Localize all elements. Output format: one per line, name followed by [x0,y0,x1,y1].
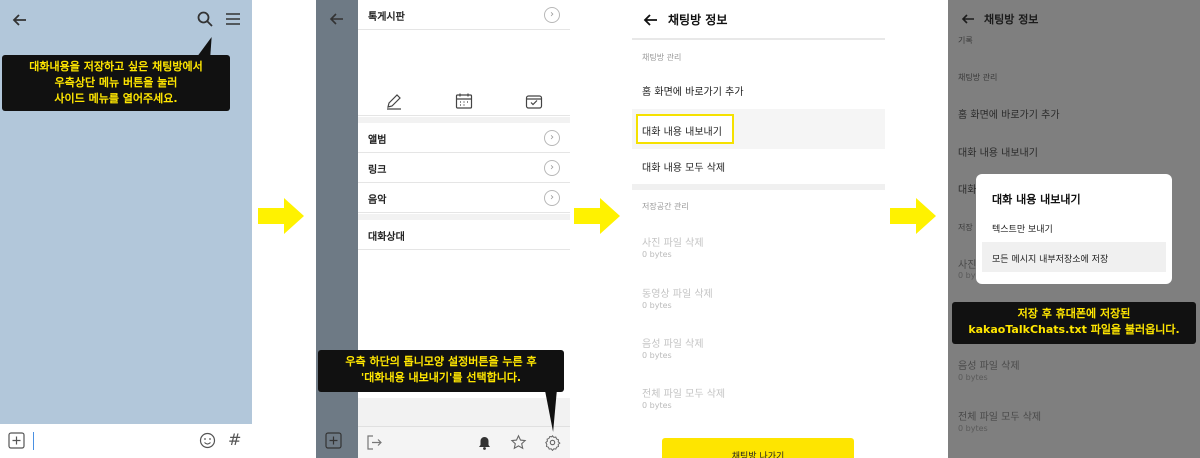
export-chat-item: 대화 내용 내보내기 [958,148,1038,159]
side-menu-screen: 톡게시판 › 앨범 › 링크 › 음악 › 대화상대 우측 하단의 톱니모양 설… [316,0,570,458]
chevron-right-icon: › [544,7,560,23]
leave-chat-room-button[interactable]: 채팅방 나가기 [662,438,854,458]
instruction-callout-step2: 우측 하단의 톱니모양 설정버튼을 누른 후 '대화내용 내보내기'를 선택합니… [318,350,564,432]
instruction-line: 우측상단 메뉴 버튼을 눌러 [54,76,178,89]
instruction-line: 대화내용을 저장하고 싶은 채팅방에서 [29,60,203,73]
instruction-line: 우측 하단의 톱니모양 설정버튼을 누른 후 [345,355,537,368]
gear-icon[interactable] [544,434,561,451]
back-arrow-icon[interactable] [642,11,660,29]
section-header-storage: 저장공간 관리 [642,202,689,211]
next-step-arrow-icon [574,198,620,234]
text-cursor[interactable] [33,432,34,450]
videos-size: 0 bytes [642,301,672,310]
calendar-icon[interactable] [454,91,474,111]
menu-item-label: 앨범 [368,135,387,146]
menu-item-label: 톡게시판 [368,12,405,23]
partial-size: 0 by [958,271,976,280]
partial-photos-item: 사진 [958,260,977,271]
add-home-shortcut-item: 홈 화면에 바로가기 추가 [958,110,1060,121]
export-dialog-screen: 채팅방 정보 기록 채팅방 관리 홈 화면에 바로가기 추가 대화 내용 내보내… [948,0,1200,458]
message-input-bar: # [0,424,252,458]
plus-box-icon[interactable] [8,432,25,449]
chat-top-bar [0,0,252,40]
drawer-bottom-gap [358,398,570,426]
all-files-size: 0 bytes [642,401,672,410]
menu-item-label: 음악 [368,195,387,206]
pencil-icon[interactable] [384,91,404,111]
next-step-arrow-icon [258,198,304,234]
search-icon[interactable] [196,10,214,28]
cut-off-text: 기록 [958,36,973,45]
back-arrow-icon [329,13,343,25]
back-arrow-icon[interactable] [10,10,30,30]
section-header-chat-manage: 채팅방 관리 [958,73,998,82]
chevron-right-icon: › [544,130,560,146]
dialog-title: 대화 내용 내보내기 [992,193,1081,206]
delete-audio-item[interactable]: 음성 파일 삭제 [642,335,704,350]
bell-icon[interactable] [476,434,493,451]
delete-audio-item: 음성 파일 삭제 [958,361,1020,372]
delete-photos-item[interactable]: 사진 파일 삭제 [642,234,704,249]
photos-size: 0 bytes [642,250,672,259]
info-header: 채팅방 정보 [632,0,885,40]
instruction-callout-step4: 저장 후 휴대폰에 저장된 kakaoTalkChats.txt 파일을 불러옵… [952,302,1196,344]
inbox-check-icon[interactable] [524,91,544,111]
audio-size: 0 bytes [642,351,672,360]
section-divider [632,184,885,190]
all-files-size: 0 bytes [958,424,988,433]
drawer-footer [358,426,570,458]
exit-icon[interactable] [366,434,383,451]
callout-pointer [544,390,560,432]
instruction-line: '대화내용 내보내기'를 선택합니다. [360,371,522,384]
section-header-chat-manage: 채팅방 관리 [642,53,682,62]
plus-box-icon [325,432,342,449]
delete-videos-item[interactable]: 동영상 파일 삭제 [642,285,713,300]
export-dialog: 대화 내용 내보내기 텍스트만 보내기 모든 메시지 내부저장소에 저장 [976,174,1172,284]
menu-item-music[interactable]: 음악 › [358,183,570,213]
instruction-line: 사이드 메뉴를 열어주세요. [54,92,178,105]
instruction-line: kakaoTalkChats.txt 파일을 불러옵니다. [968,323,1180,336]
star-icon[interactable] [510,434,527,451]
export-chat-item[interactable]: 대화 내용 내보내기 [642,123,722,138]
chevron-right-icon: › [544,160,560,176]
chevron-right-icon: › [544,190,560,206]
delete-all-files-item: 전체 파일 모두 삭제 [958,412,1042,423]
back-arrow-icon [961,14,974,24]
menu-item-album[interactable]: 앨범 › [358,123,570,153]
menu-item-label: 대화상대 [368,232,405,243]
tutorial-stage: 대화내용을 저장하고 싶은 채팅방에서 우측상단 메뉴 버튼을 눌러 사이드 메… [0,0,1200,458]
save-all-internal-storage-option[interactable]: 모든 메시지 내부저장소에 저장 [992,252,1108,265]
hash-icon[interactable]: # [228,430,241,449]
next-step-arrow-icon [890,198,936,234]
delete-all-chat-item[interactable]: 대화 내용 모두 삭제 [642,159,725,174]
instruction-callout-step1: 대화내용을 저장하고 싶은 채팅방에서 우측상단 메뉴 버튼을 눌러 사이드 메… [2,37,230,111]
shortcut-icon-row [358,86,570,116]
menu-item-link[interactable]: 링크 › [358,153,570,183]
menu-item-label: 링크 [368,165,387,176]
instruction-line: 저장 후 휴대폰에 저장된 [1017,307,1131,320]
send-text-only-option[interactable]: 텍스트만 보내기 [992,222,1053,235]
page-title: 채팅방 정보 [984,13,1039,26]
chat-room-screen: 대화내용을 저장하고 싶은 채팅방에서 우측상단 메뉴 버튼을 눌러 사이드 메… [0,0,252,458]
audio-size: 0 bytes [958,373,988,382]
chat-room-info-screen: 채팅방 정보 채팅방 관리 홈 화면에 바로가기 추가 대화 내용 내보내기 대… [632,0,885,458]
page-title: 채팅방 정보 [668,13,728,27]
partial-item: 대화 [958,185,977,196]
add-home-shortcut-item[interactable]: 홈 화면에 바로가기 추가 [642,83,744,98]
menu-icon[interactable] [224,10,242,28]
emoji-icon[interactable] [199,432,216,449]
partial-section-header: 저장 [958,223,973,232]
menu-item-conversation-partner[interactable]: 대화상대 [358,220,570,250]
menu-item-bulletin[interactable]: 톡게시판 › [358,0,570,30]
delete-all-files-item[interactable]: 전체 파일 모두 삭제 [642,385,725,400]
